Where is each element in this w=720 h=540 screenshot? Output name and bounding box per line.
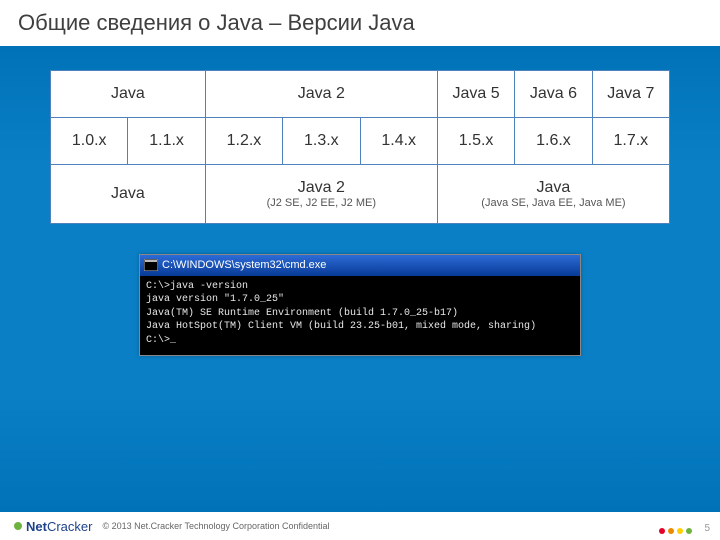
logo-dot-icon — [14, 522, 22, 530]
cell: Java 7 — [592, 71, 669, 118]
cell: Java (Java SE, Java EE, Java ME) — [437, 165, 669, 224]
dot-icon — [677, 528, 683, 534]
cell-subtitle: (Java SE, Java EE, Java ME) — [439, 197, 668, 209]
cell: 1.2.x — [205, 118, 282, 165]
cell-title: Java 2 — [207, 179, 436, 197]
slide-title: Общие сведения о Java – Версии Java — [0, 0, 720, 46]
versions-table: Java Java 2 Java 5 Java 6 Java 7 1.0.x 1… — [50, 70, 670, 224]
cmd-icon — [144, 259, 158, 271]
copyright-text: © 2013 Net.Cracker Technology Corporatio… — [102, 521, 329, 531]
cmd-line: java version "1.7.0_25" — [146, 293, 574, 307]
cmd-line: Java(TM) SE Runtime Environment (build 1… — [146, 307, 574, 321]
cell: Java 2 — [205, 71, 437, 118]
content-band: Java Java 2 Java 5 Java 6 Java 7 1.0.x 1… — [0, 46, 720, 512]
dot-icon — [668, 528, 674, 534]
cell: 1.0.x — [51, 118, 128, 165]
cell: 1.4.x — [360, 118, 437, 165]
cell: Java — [51, 71, 206, 118]
slide: Общие сведения о Java – Версии Java Java… — [0, 0, 720, 540]
cmd-line: C:\>java -version — [146, 280, 574, 294]
table-row: Java Java 2 Java 5 Java 6 Java 7 — [51, 71, 670, 118]
slide-number: 5 — [704, 523, 710, 534]
cell: Java 6 — [515, 71, 592, 118]
cell-title: Java — [439, 179, 668, 197]
dot-icon — [686, 528, 692, 534]
logo-text-thin: Cracker — [47, 519, 93, 534]
footer: NetCracker © 2013 Net.Cracker Technology… — [0, 512, 720, 540]
cell: Java 2 (J2 SE, J2 EE, J2 ME) — [205, 165, 437, 224]
cmd-window: C:\WINDOWS\system32\cmd.exe C:\>java -ve… — [139, 254, 581, 356]
logo-text-bold: Net — [26, 519, 47, 534]
footer-dots — [659, 528, 692, 534]
cell: 1.6.x — [515, 118, 592, 165]
table-row: Java Java 2 (J2 SE, J2 EE, J2 ME) Java (… — [51, 165, 670, 224]
cell: 1.3.x — [283, 118, 360, 165]
cmd-line: Java HotSpot(TM) Client VM (build 23.25-… — [146, 320, 574, 334]
cmd-title-text: C:\WINDOWS\system32\cmd.exe — [162, 258, 326, 273]
cmd-line: C:\>_ — [146, 334, 574, 348]
cell-subtitle: (J2 SE, J2 EE, J2 ME) — [207, 197, 436, 209]
cell: 1.1.x — [128, 118, 205, 165]
cell: Java — [51, 165, 206, 224]
logo: NetCracker — [14, 519, 92, 534]
cell: Java 5 — [437, 71, 514, 118]
cmd-titlebar: C:\WINDOWS\system32\cmd.exe — [140, 255, 580, 276]
cmd-body: C:\>java -version java version "1.7.0_25… — [140, 276, 580, 356]
dot-icon — [659, 528, 665, 534]
cell: 1.7.x — [592, 118, 669, 165]
cell: 1.5.x — [437, 118, 514, 165]
table-row: 1.0.x 1.1.x 1.2.x 1.3.x 1.4.x 1.5.x 1.6.… — [51, 118, 670, 165]
